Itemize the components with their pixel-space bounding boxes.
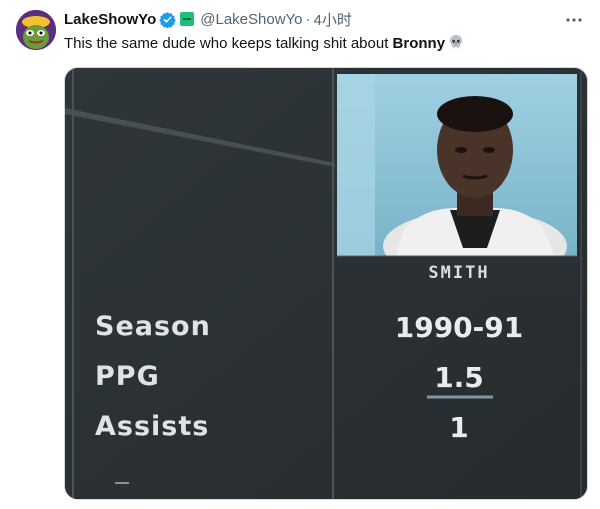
tweet-header: LakeShowYo @LakeShowYo · 4小时 [64, 9, 352, 29]
more-options-icon[interactable] [562, 8, 586, 32]
season-label: Season [95, 311, 211, 342]
skull-emoji-icon [448, 34, 464, 50]
assists-value: 1 [449, 411, 469, 444]
tweet-text: This the same dude who keeps talking shi… [64, 34, 464, 54]
pepe-avatar-icon[interactable] [16, 10, 56, 50]
tweet-text-bold: Bronny [392, 35, 446, 52]
tweet: LakeShowYo @LakeShowYo · 4小时 This the sa… [0, 0, 600, 509]
player-name: SMITH [428, 263, 490, 283]
green-badge-icon [180, 12, 195, 26]
timestamp[interactable]: 4小时 [314, 9, 352, 30]
ppg-label: PPG [95, 361, 160, 392]
season-value: 1990-91 [394, 311, 524, 344]
tweet-media-image[interactable]: SMITH Season 1990-91 PPG 1.5 Assists 1 [64, 67, 588, 500]
separator-dot: · [305, 10, 311, 28]
ppg-value: 1.5 [434, 361, 484, 394]
assists-label: Assists [95, 411, 210, 442]
verified-badge-icon [159, 11, 176, 28]
display-name[interactable]: LakeShowYo [64, 11, 156, 28]
user-handle[interactable]: @LakeShowYo [200, 11, 302, 28]
tweet-text-prefix: This the same dude who keeps talking shi… [64, 35, 393, 52]
